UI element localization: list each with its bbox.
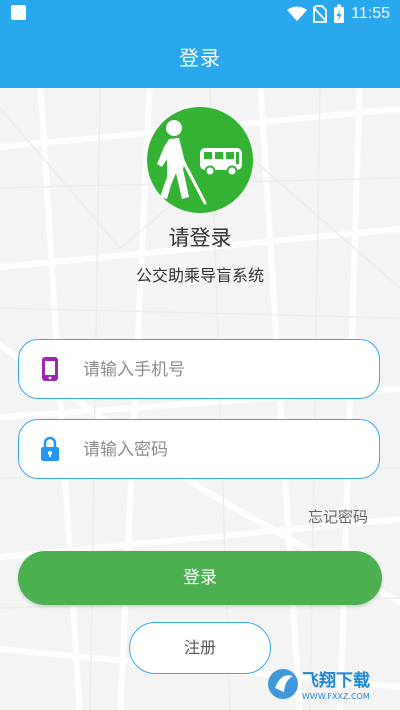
app-logo	[147, 107, 253, 213]
phone-icon	[42, 357, 58, 381]
status-bar: 11:55	[0, 0, 400, 28]
status-time: 11:55	[351, 5, 390, 22]
app-subtitle: 公交助乘导盲系统	[135, 266, 264, 285]
forgot-password-link[interactable]: 忘记密码	[308, 506, 368, 527]
header-bar: 登录	[0, 28, 400, 88]
watermark-url-text: WWW.FXXZ.COM	[302, 692, 370, 701]
no-sim-icon	[313, 5, 328, 23]
phone-input[interactable]	[81, 354, 365, 386]
login-heading: 请登录	[168, 226, 232, 250]
status-icons: 11:55	[287, 4, 390, 24]
lock-icon	[41, 436, 59, 461]
battery-icon	[334, 4, 345, 23]
page-title: 登录	[179, 46, 221, 70]
phone-field[interactable]	[18, 339, 380, 399]
site-watermark: 飞翔下载 WWW.FXXZ.COM	[268, 669, 370, 701]
password-field[interactable]	[18, 419, 380, 479]
notification-icon	[11, 5, 26, 20]
register-button[interactable]: 注册	[129, 622, 271, 674]
login-button[interactable]: 登录	[18, 551, 382, 605]
watermark-main-text: 飞翔下载	[302, 670, 370, 691]
password-input[interactable]	[81, 434, 365, 466]
wifi-icon	[287, 6, 308, 21]
